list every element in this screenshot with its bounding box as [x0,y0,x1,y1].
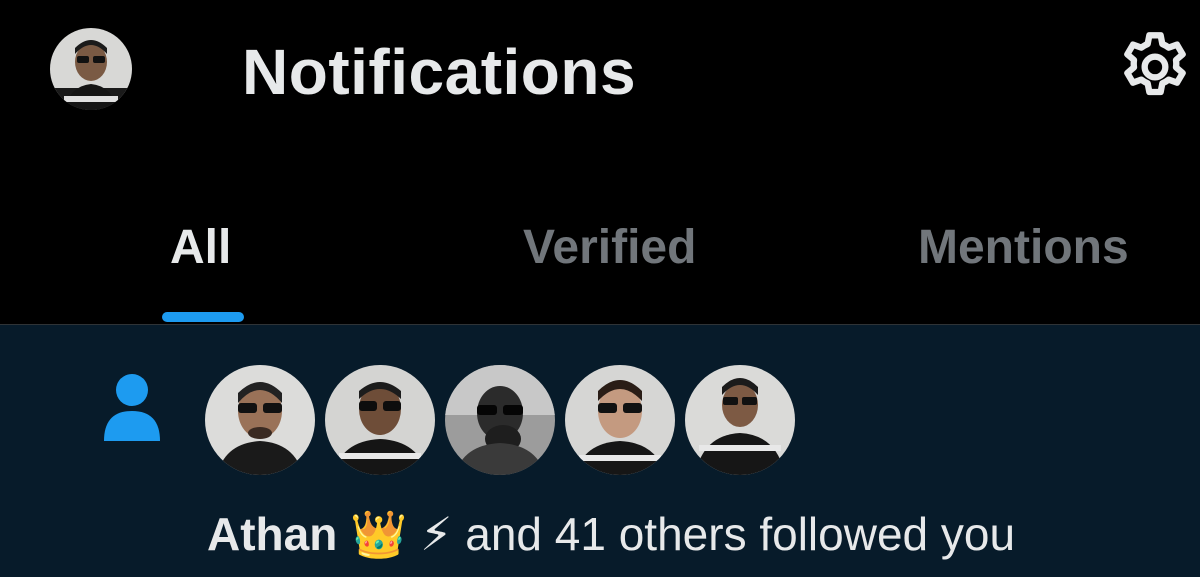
header: Notifications [0,0,1200,150]
follower-avatar[interactable] [685,365,795,475]
person-icon [100,373,164,441]
follower-avatar-3-icon [445,365,555,475]
active-tab-indicator [162,312,244,322]
follower-avatar-4-icon [565,365,675,475]
follower-avatar-5-icon [685,365,795,475]
follower-avatar[interactable] [565,365,675,475]
notifications-screen: Notifications All Verified Mentions Atha… [0,0,1200,577]
gear-icon [1124,32,1186,96]
follow-notification[interactable]: Athan 👑 ⚡ and 41 others followed you [0,325,1200,577]
profile-avatar-icon [50,28,132,110]
notification-tabs: All Verified Mentions [0,190,1200,324]
tab-verified[interactable]: Verified [523,212,696,284]
actor-name[interactable]: Athan [207,508,337,560]
follower-avatar[interactable] [205,365,315,475]
actor-emojis: 👑 ⚡ [350,508,453,560]
follower-avatar[interactable] [325,365,435,475]
follower-avatar-1-icon [205,365,315,475]
page-title: Notifications [242,36,637,108]
profile-avatar[interactable] [50,28,132,110]
tab-mentions[interactable]: Mentions [918,212,1129,284]
follower-avatar[interactable] [445,365,555,475]
notification-message: and 41 others followed you [465,508,1016,560]
tab-all[interactable]: All [170,212,231,284]
notification-text: Athan 👑 ⚡ and 41 others followed you [207,503,1015,565]
settings-button[interactable] [1115,27,1195,107]
follower-avatar-2-icon [325,365,435,475]
